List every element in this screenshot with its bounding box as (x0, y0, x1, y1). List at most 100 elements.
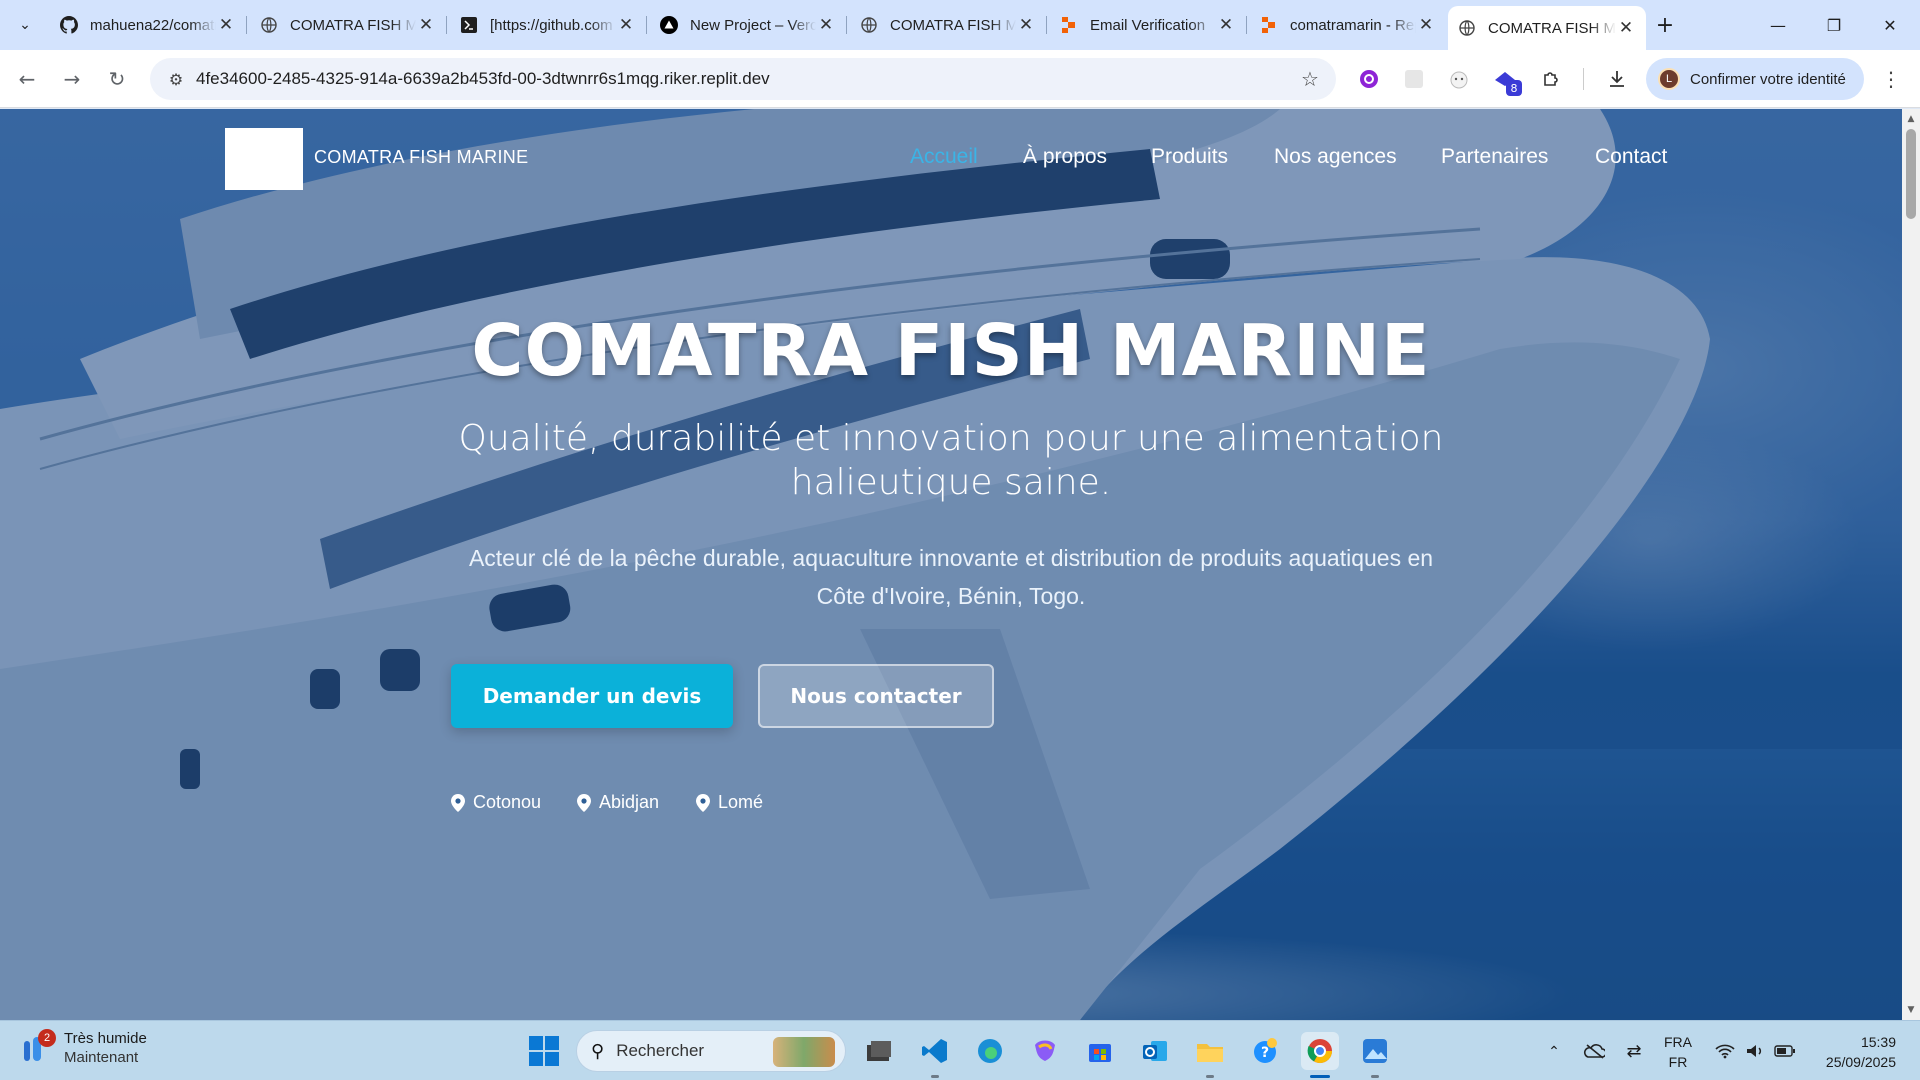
map-pin-icon (451, 793, 465, 812)
avatar: L (1658, 68, 1680, 90)
tab-strip: ⌄ mahuena22/comatra ✕ COMATRA FISH MARIN… (0, 0, 1920, 50)
close-tab-icon[interactable]: ✕ (1416, 15, 1436, 35)
minimize-icon[interactable]: — (1750, 0, 1806, 50)
identity-button[interactable]: L Confirmer votre identité (1646, 58, 1864, 100)
onedrive-icon[interactable] (1576, 1021, 1612, 1080)
reload-icon[interactable]: ↻ (100, 62, 134, 96)
request-quote-button[interactable]: Demander un devis (451, 664, 733, 728)
location-cotonou: Cotonou (451, 792, 541, 813)
file-explorer-icon[interactable] (860, 1032, 898, 1070)
nav-link-a-propos[interactable]: À propos (1023, 145, 1107, 169)
tab-title: COMATRA FISH MARINE (890, 16, 1016, 34)
tab-title: comatramarin - Replit (1290, 16, 1416, 34)
tab-separator (246, 16, 247, 34)
language-indicator[interactable]: FRA FR (1664, 1032, 1692, 1072)
address-bar[interactable]: ⚙ 4fe34600-2485-4325-914a-6639a2b453fd-0… (150, 58, 1336, 100)
replit-icon (1260, 16, 1278, 34)
new-tab-plus-icon[interactable]: + (1652, 12, 1678, 38)
tray-overflow-chevron-icon[interactable]: ⌃ (1536, 1021, 1572, 1080)
vscode-icon[interactable] (916, 1032, 954, 1078)
site-info-icon[interactable]: ⚙ (156, 70, 196, 89)
running-indicator (931, 1075, 939, 1078)
extension-bear-icon[interactable] (1446, 66, 1472, 92)
back-arrow-icon[interactable]: ← (10, 62, 44, 96)
browser-tab-active[interactable]: COMATRA FISH MARINE ✕ (1448, 6, 1646, 50)
edge-icon[interactable] (971, 1032, 1009, 1070)
browser-tab[interactable]: COMATRA FISH MARINE ✕ (850, 8, 1047, 42)
restore-icon[interactable]: ❐ (1806, 0, 1862, 50)
store-icon[interactable] (1081, 1032, 1119, 1070)
extension-count-badge: 8 (1506, 80, 1522, 96)
tab-search-chevron-icon[interactable]: ⌄ (10, 10, 40, 40)
chrome-icon[interactable] (1301, 1032, 1339, 1078)
close-tab-icon[interactable]: ✕ (816, 15, 836, 35)
identity-label: Confirmer votre identité (1690, 70, 1846, 88)
globe-icon (260, 16, 278, 34)
url-text[interactable]: 4fe34600-2485-4325-914a-6639a2b453fd-00-… (196, 69, 1290, 89)
scroll-down-arrow-icon[interactable]: ▼ (1902, 1002, 1920, 1018)
browser-tab[interactable]: COMATRA FISH MARINE ✕ (250, 8, 447, 42)
vercel-icon (660, 16, 678, 34)
map-pin-icon (577, 793, 591, 812)
tab-separator (1246, 16, 1247, 34)
menu-kebab-icon[interactable]: ⋮ (1876, 64, 1906, 94)
nav-link-produits[interactable]: Produits (1151, 145, 1228, 169)
running-indicator (1310, 1075, 1330, 1078)
extension-grey-icon[interactable] (1401, 66, 1427, 92)
battery-icon[interactable] (1770, 1021, 1800, 1080)
terminal-icon (460, 16, 478, 34)
volume-icon[interactable] (1740, 1021, 1770, 1080)
close-tab-icon[interactable]: ✕ (616, 15, 636, 35)
bookmark-star-icon[interactable]: ☆ (1290, 67, 1330, 91)
extensions-puzzle-icon[interactable] (1538, 66, 1564, 92)
outlook-icon[interactable] (1136, 1032, 1174, 1070)
photos-icon[interactable] (1356, 1032, 1394, 1078)
language-line2: FR (1668, 1054, 1688, 1070)
close-window-icon[interactable]: ✕ (1862, 0, 1918, 50)
browser-tab[interactable]: Email Verification ✕ (1050, 8, 1247, 42)
close-tab-icon[interactable]: ✕ (416, 15, 436, 35)
sync-icon[interactable]: ⇄ (1616, 1021, 1652, 1080)
folder-icon[interactable] (1191, 1032, 1229, 1078)
copilot-icon[interactable] (1026, 1032, 1064, 1070)
browser-tab[interactable]: comatramarin - Replit ✕ (1250, 8, 1446, 42)
github-icon (60, 16, 78, 34)
running-indicator (1206, 1075, 1214, 1078)
nav-link-contact[interactable]: Contact (1595, 145, 1667, 169)
svg-text:?: ? (1261, 1045, 1269, 1061)
download-icon[interactable] (1604, 66, 1630, 92)
clock-date: 25/09/2025 (1825, 1054, 1896, 1070)
browser-tab[interactable]: [https://github.com ✕ (450, 8, 647, 42)
tab-title: COMATRA FISH MARINE (1488, 19, 1616, 37)
language-line1: FRA (1664, 1034, 1692, 1050)
nav-link-partenaires[interactable]: Partenaires (1441, 145, 1548, 169)
location-abidjan: Abidjan (577, 792, 659, 813)
tab-title: COMATRA FISH MARINE (290, 16, 416, 34)
clock[interactable]: 15:39 25/09/2025 (1806, 1032, 1896, 1072)
extension-badge-icon[interactable]: 8 (1492, 66, 1522, 96)
scrollbar-thumb[interactable] (1906, 129, 1916, 219)
close-tab-icon[interactable]: ✕ (216, 15, 236, 35)
help-icon[interactable]: ? (1246, 1032, 1284, 1070)
tab-separator (1046, 16, 1047, 34)
windows-start-icon[interactable] (528, 1035, 560, 1067)
weather-widget[interactable]: 2 Très humide Maintenant (20, 1029, 147, 1067)
map-pin-icon (696, 793, 710, 812)
close-tab-icon[interactable]: ✕ (1616, 18, 1636, 38)
wifi-icon[interactable] (1710, 1021, 1740, 1080)
page-scrollbar[interactable]: ▲ ▼ (1902, 109, 1920, 1020)
forward-arrow-icon[interactable]: → (55, 62, 89, 96)
close-tab-icon[interactable]: ✕ (1016, 15, 1036, 35)
nav-link-accueil[interactable]: Accueil (910, 145, 978, 169)
taskbar-search-placeholder: Rechercher (616, 1041, 705, 1060)
taskbar-search[interactable]: ⚲ Rechercher (576, 1030, 846, 1072)
contact-us-button[interactable]: Nous contacter (758, 664, 994, 728)
browser-tab[interactable]: mahuena22/comatra ✕ (50, 8, 247, 42)
browser-tab[interactable]: New Project – Vercel ✕ (650, 8, 847, 42)
tab-title: New Project – Vercel (690, 16, 816, 34)
scroll-up-arrow-icon[interactable]: ▲ (1902, 111, 1920, 127)
close-tab-icon[interactable]: ✕ (1216, 15, 1236, 35)
nav-link-nos-agences[interactable]: Nos agences (1274, 145, 1397, 169)
browser-toolbar: ← → ↻ ⚙ 4fe34600-2485-4325-914a-6639a2b4… (0, 50, 1920, 108)
extension-purple-icon[interactable] (1356, 66, 1382, 92)
